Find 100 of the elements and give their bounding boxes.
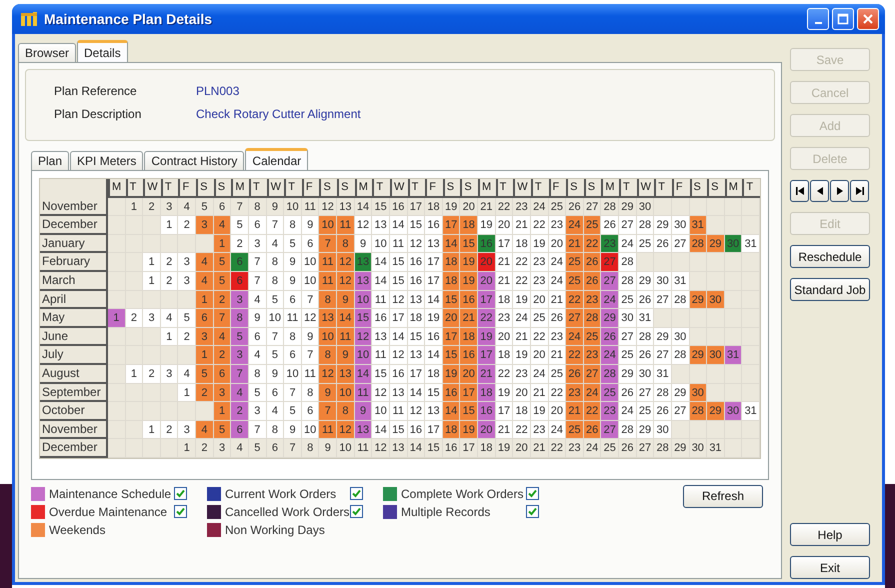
- day-cell: 14: [372, 272, 390, 291]
- day-cell: 3: [178, 272, 196, 291]
- legend-label: Complete Work Orders: [401, 486, 524, 501]
- tab[interactable]: Contract History: [144, 151, 244, 170]
- day-cell: 4: [248, 346, 267, 365]
- field-value: Check Rotary Cutter Alignment: [196, 107, 361, 121]
- day-cell: 21: [548, 346, 566, 365]
- day-cell: 5: [196, 198, 214, 216]
- day-cell: 2: [214, 346, 232, 365]
- day-cell: 9: [284, 420, 302, 440]
- day-cell: 7: [319, 402, 338, 421]
- checkbox[interactable]: [174, 505, 187, 518]
- legend-label: Non Working Days: [225, 522, 326, 537]
- day-cell: 10: [266, 309, 284, 328]
- day-cell: 8: [266, 253, 284, 272]
- minimize-button[interactable]: [807, 8, 829, 30]
- day-cell: 17: [478, 290, 496, 310]
- check-icon: [527, 506, 538, 518]
- day-cell: 11: [372, 346, 390, 365]
- day-cell: 18: [408, 309, 426, 328]
- day-cell: 24: [566, 328, 584, 346]
- day-cell: 2: [178, 328, 196, 346]
- day-cell: 28: [619, 253, 637, 272]
- action-button[interactable]: Standard Job: [790, 278, 870, 301]
- weekday-header: T: [742, 179, 760, 198]
- day-cell: 29: [619, 198, 637, 216]
- day-cell: 4: [160, 309, 178, 328]
- checkbox[interactable]: [350, 487, 363, 500]
- day-cell: 15: [372, 364, 390, 384]
- refresh-button[interactable]: Refresh: [683, 484, 763, 508]
- day-cell: 2: [143, 364, 161, 384]
- month-label: December: [40, 216, 108, 235]
- previous-button[interactable]: [810, 180, 829, 202]
- day-cell: 3: [231, 290, 249, 310]
- day-cell: 26: [566, 198, 584, 216]
- weekday-header: T: [372, 179, 390, 198]
- day-cell: 27: [601, 420, 620, 440]
- day-cell: 3: [196, 328, 214, 346]
- day-cell: 10: [284, 198, 302, 216]
- checkbox[interactable]: [526, 505, 539, 518]
- day-cell: 1: [143, 272, 161, 291]
- field-value: PLN003: [196, 84, 240, 98]
- day-cell: 4: [178, 198, 196, 216]
- day-cell: 19: [460, 420, 478, 440]
- last-record-button[interactable]: [850, 180, 869, 202]
- tab[interactable]: Details: [77, 40, 128, 62]
- day-cell: 8: [231, 309, 249, 328]
- day-cell: 13: [337, 198, 355, 216]
- action-button[interactable]: Exit: [790, 556, 870, 579]
- day-cell: 12: [337, 420, 355, 440]
- day-cell: 29: [707, 402, 725, 421]
- month-label: October: [40, 402, 108, 421]
- checkbox[interactable]: [350, 505, 363, 518]
- day-cell: 2: [160, 253, 178, 272]
- weekday-header: W: [266, 179, 284, 198]
- day-cell: 2: [196, 384, 214, 402]
- tab[interactable]: KPI Meters: [70, 151, 144, 170]
- day-cell: 8: [337, 234, 355, 254]
- day-cell: 18: [513, 234, 531, 254]
- day-cell: 11: [390, 402, 408, 421]
- action-button[interactable]: Help: [790, 523, 870, 546]
- day-cell: 7: [214, 309, 232, 328]
- day-cell: 19: [460, 253, 478, 272]
- day-cell: 6: [231, 420, 249, 440]
- day-cell: 29: [672, 439, 690, 458]
- day-cell: 25: [619, 346, 637, 365]
- day-cell: 29: [654, 328, 672, 346]
- legend-label: Current Work Orders: [225, 486, 338, 501]
- day-cell: 27: [601, 253, 620, 272]
- tab[interactable]: Calendar: [245, 148, 308, 170]
- day-cell: 16: [478, 234, 496, 254]
- month-label: May: [40, 309, 108, 328]
- day-cell: 4: [231, 439, 249, 458]
- check-icon: [351, 506, 362, 518]
- day-cell: 12: [354, 216, 372, 235]
- weekday-header: S: [196, 179, 214, 198]
- day-cell: 15: [425, 439, 443, 458]
- checkbox[interactable]: [174, 487, 187, 500]
- day-cell: 1: [196, 346, 214, 365]
- day-cell: 22: [513, 272, 531, 291]
- day-cell: 13: [354, 253, 372, 272]
- tab[interactable]: Plan: [31, 151, 70, 170]
- day-cell: 1: [196, 290, 214, 310]
- day-cell: 10: [372, 402, 390, 421]
- day-cell: 31: [636, 309, 654, 328]
- weekday-header: W: [513, 179, 531, 198]
- close-button[interactable]: [857, 8, 879, 30]
- day-cell: 19: [530, 402, 549, 421]
- action-button[interactable]: Reschedule: [790, 245, 870, 268]
- tab[interactable]: Browser: [18, 43, 76, 62]
- day-cell: 12: [337, 272, 355, 291]
- day-cell: 5: [178, 309, 196, 328]
- next-button[interactable]: [830, 180, 849, 202]
- day-cell: 10: [337, 384, 355, 402]
- weekday-header: T: [619, 179, 637, 198]
- day-cell: 30: [672, 216, 690, 235]
- day-cell: 14: [390, 216, 408, 235]
- first-record-button[interactable]: [790, 180, 809, 202]
- checkbox[interactable]: [526, 487, 539, 500]
- maximize-button[interactable]: [832, 8, 854, 30]
